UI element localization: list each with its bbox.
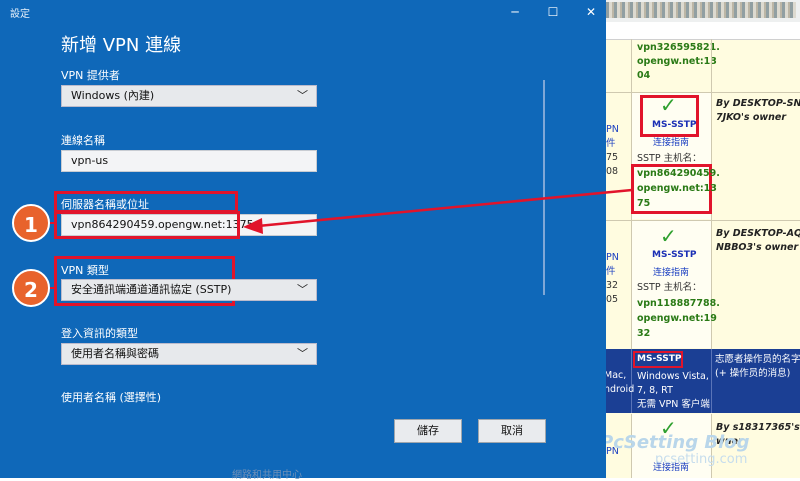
host-text: 32 [637, 328, 651, 339]
signin-type-label: 登入資訊的類型 [61, 327, 138, 340]
host-text: opengw.net:19 [637, 313, 717, 324]
vpn-provider-select[interactable]: Windows (內建) ﹀ [61, 85, 317, 107]
table-cell: 件 [606, 266, 616, 277]
host-text: vpn864290459. [637, 168, 720, 179]
check-icon: ✓ [660, 93, 677, 117]
browser-image-strip [600, 0, 800, 22]
host-text: opengw.net:13 [637, 56, 717, 67]
table-cell: 05 [606, 294, 619, 305]
owner-text: By DESKTOP-AQ [716, 228, 800, 239]
signin-type-select[interactable]: 使用者名稱與密碼 ﹀ [61, 343, 317, 365]
host-text: 04 [637, 70, 651, 81]
username-label: 使用者名稱 (選擇性) [61, 391, 162, 404]
watermark-url: pcsetting.com [655, 452, 748, 467]
window-title: 設定 [10, 9, 30, 20]
table-header-cell: 志愿者操作员的名字 [715, 354, 800, 365]
vpn-provider-label: VPN 提供者 [61, 69, 120, 82]
connection-guide-link[interactable]: 连接指南 [653, 135, 689, 148]
table-header-cell: 7, 8, RT [637, 385, 673, 396]
step-2-badge: 2 [12, 269, 50, 307]
chevron-down-icon: ﹀ [297, 347, 308, 360]
ms-sstp-badge: MS-SSTP [652, 250, 697, 260]
table-header-cell: ndroid [604, 384, 635, 395]
server-address-label: 伺服器名稱或位址 [61, 198, 149, 211]
table-cell: 件 [606, 138, 616, 149]
table-header-cell: MS-SSTP [637, 354, 682, 364]
table-header-cell: 无需 VPN 客户端 [637, 399, 710, 410]
connection-guide-link[interactable]: 连接指南 [653, 265, 689, 278]
check-icon: ✓ [660, 224, 677, 248]
save-button[interactable]: 儲存 [394, 419, 462, 443]
table-header-cell: Mac, [604, 370, 627, 381]
owner-text: By DESKTOP-SNB [716, 98, 800, 109]
server-input-highlight [54, 211, 240, 239]
dialog-title: 新增 VPN 連線 [61, 35, 182, 56]
table-cell: PN [606, 124, 619, 135]
signin-type-value: 使用者名稱與密碼 [71, 347, 159, 360]
minimize-button[interactable]: ─ [500, 2, 530, 22]
connection-name-label: 連線名稱 [61, 134, 105, 147]
scrollbar[interactable] [543, 80, 545, 295]
host-text: vpn326595821. [637, 42, 720, 53]
host-text: 75 [637, 198, 651, 209]
cancel-button[interactable]: 取消 [478, 419, 546, 443]
ms-sstp-badge: MS-SSTP [652, 120, 697, 130]
browser-header-bar [600, 22, 800, 40]
table-cell: 32 [606, 280, 619, 291]
vpn-type-label: VPN 類型 [61, 264, 109, 277]
table-cell: 08 [606, 166, 619, 177]
connection-name-input[interactable]: vpn-us [61, 150, 317, 172]
step-1-badge: 1 [12, 204, 50, 242]
host-text: opengw.net:13 [637, 183, 717, 194]
owner-text: 7JKO's owner [716, 112, 787, 123]
table-cell: 75 [606, 152, 619, 163]
host-label: SSTP 主机名： [637, 282, 702, 293]
table-cell: PN [606, 252, 619, 263]
table-header-cell: Windows Vista, [637, 371, 709, 382]
vpn-provider-value: Windows (內建) [71, 89, 155, 102]
table-header-cell: (+ 操作员的消息) [715, 368, 791, 379]
host-text: vpn118887788. [637, 298, 720, 309]
watermark-title: PcSetting Blog [600, 432, 750, 453]
chevron-down-icon: ﹀ [297, 283, 308, 296]
network-center-link[interactable]: 網路和共用中心 [232, 466, 302, 481]
settings-window: 設定 ─ ☐ ✕ 新增 VPN 連線 VPN 提供者 Windows (內建) … [0, 0, 606, 481]
vpn-type-select[interactable]: 安全通訊端通道通訊協定 (SSTP) ﹀ [61, 279, 317, 301]
chevron-down-icon: ﹀ [297, 89, 308, 102]
vpn-type-value: 安全通訊端通道通訊協定 (SSTP) [71, 283, 232, 296]
close-button[interactable]: ✕ [576, 2, 606, 22]
owner-text: NBBO3's owner [716, 242, 799, 253]
title-bar: 設定 ─ ☐ ✕ [0, 0, 606, 24]
maximize-button[interactable]: ☐ [538, 2, 568, 22]
